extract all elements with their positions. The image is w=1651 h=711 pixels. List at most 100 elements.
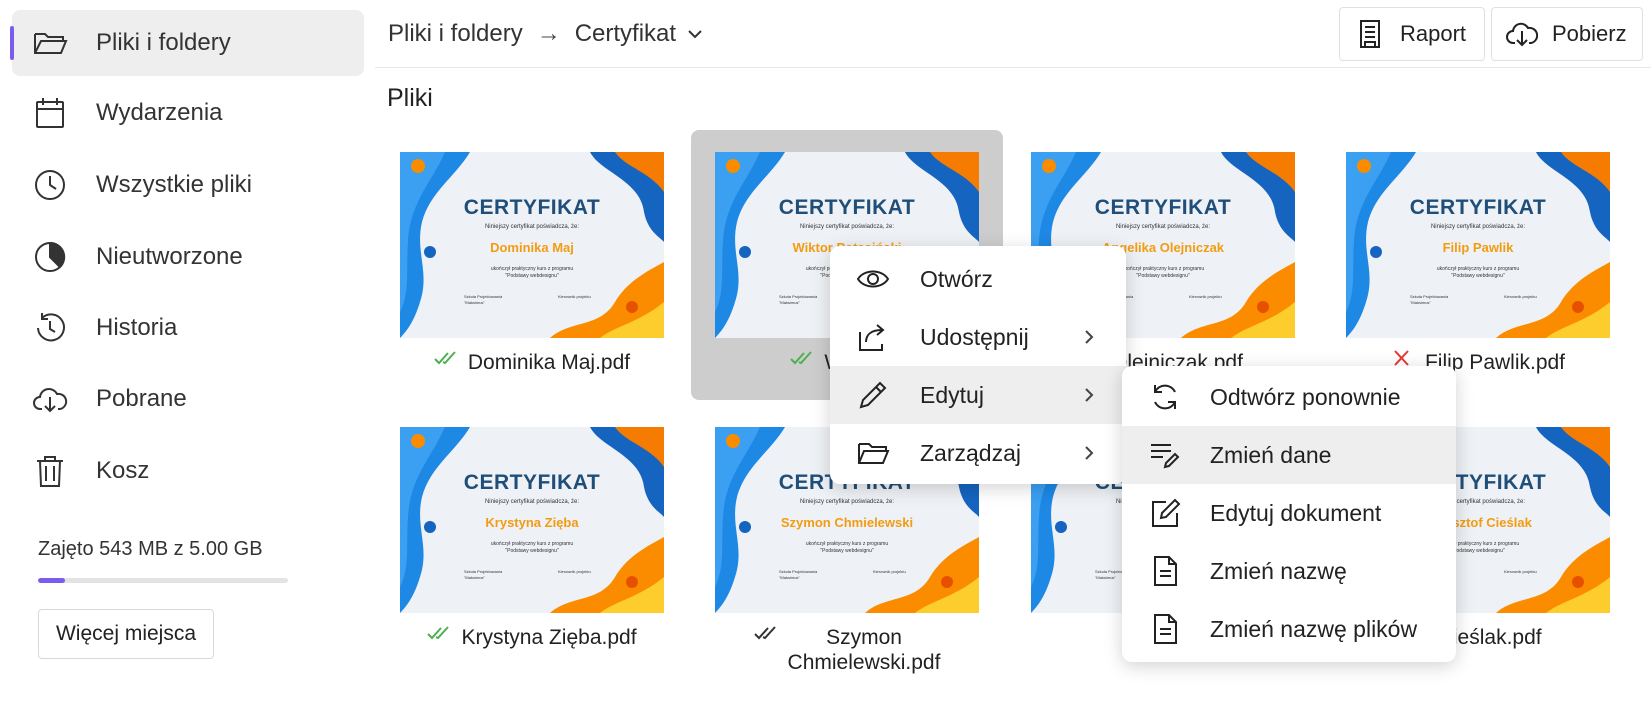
submenu-item-regenerate[interactable]: Odtwórz ponownie bbox=[1122, 368, 1456, 426]
double-check-icon bbox=[427, 623, 450, 641]
sidebar-item-label: Wydarzenia bbox=[96, 99, 223, 126]
certificate-recipient: Dominika Maj bbox=[490, 240, 574, 255]
submenu-item-label: Edytuj dokument bbox=[1210, 499, 1382, 526]
chevron-right-icon bbox=[1085, 388, 1094, 402]
breadcrumb-root[interactable]: Pliki i foldery bbox=[388, 20, 523, 48]
double-check-icon bbox=[434, 348, 456, 366]
file-name-row: Krystyna Zięba.pdf bbox=[376, 625, 688, 650]
clock-icon bbox=[32, 167, 68, 203]
cloud-download-icon bbox=[1506, 22, 1538, 47]
certificate-subtitle: Niniejszy certyfikat poświadcza, że: bbox=[799, 224, 895, 230]
submenu-item-rename[interactable]: Zmień nazwę bbox=[1122, 542, 1456, 600]
download-button[interactable]: Pobierz bbox=[1491, 7, 1643, 61]
file-thumbnail: CERTYFIKAT Niniejszy certyfikat poświadcz… bbox=[1346, 152, 1610, 338]
certificate-subtitle: Niniejszy certyfikat poświadcza, że: bbox=[484, 224, 580, 230]
report-button[interactable]: Raport bbox=[1339, 7, 1485, 61]
download-button-label: Pobierz bbox=[1552, 21, 1627, 46]
sidebar-item-history[interactable]: Historia bbox=[12, 295, 364, 361]
storage-progress-fill bbox=[38, 578, 65, 583]
storage-usage-text: Zajęto 543 MB z 5.00 GB bbox=[38, 538, 263, 560]
menu-item-label: Udostępnij bbox=[920, 323, 1029, 350]
certificate-recipient: Krystyna Zięba bbox=[485, 515, 579, 530]
sidebar-item-events[interactable]: Wydarzenia bbox=[12, 80, 364, 146]
sidebar-item-downloaded[interactable]: Pobrane bbox=[12, 366, 364, 432]
file-name-row: Szymon Chmielewski.pdf bbox=[691, 625, 1003, 675]
certificate-manager: Kierownik projektu bbox=[1504, 294, 1537, 299]
menu-item-open[interactable]: Otwórz bbox=[830, 250, 1126, 308]
report-button-label: Raport bbox=[1400, 21, 1467, 46]
menu-item-share[interactable]: Udostępnij bbox=[830, 308, 1126, 366]
sidebar-item-files-and-folders[interactable]: Pliki i foldery bbox=[10, 10, 364, 76]
certificate-course: ukończył praktyczny kurs z programu "Pod… bbox=[490, 266, 574, 279]
file-name: Krystyna Zięba.pdf bbox=[461, 626, 637, 649]
submenu-item-change-data[interactable]: Zmień dane bbox=[1122, 426, 1456, 484]
menu-item-edit[interactable]: Edytuj bbox=[830, 366, 1126, 424]
sidebar-item-label: Kosz bbox=[96, 457, 150, 484]
submenu-item-rename-files[interactable]: Zmień nazwę plików bbox=[1122, 600, 1456, 658]
file-name: Szymon Chmielewski.pdf bbox=[787, 626, 941, 674]
certificate-course: ukończył praktyczny kurs z programu "Pod… bbox=[1436, 266, 1520, 279]
context-menu: Otwórz Udostępnij Edytuj Zarządzaj bbox=[830, 246, 1126, 484]
more-space-button[interactable]: Więcej miejsca bbox=[38, 609, 214, 659]
certificate-school: Szkoła Projektowania "Maksimus" bbox=[464, 294, 503, 305]
history-icon bbox=[32, 310, 68, 346]
edit-submenu: Odtwórz ponownie Zmień dane Edytuj dokum… bbox=[1122, 366, 1456, 662]
storage-progress-bar bbox=[38, 578, 288, 583]
submenu-item-edit-document[interactable]: Edytuj dokument bbox=[1122, 484, 1456, 542]
edit-lines-icon bbox=[1148, 438, 1182, 472]
file-thumbnail: CERTYFIKAT Niniejszy certyfikat poświadcz… bbox=[400, 152, 664, 338]
sidebar-item-label: Nieutworzone bbox=[96, 243, 243, 270]
certificate-manager: Kierownik projektu bbox=[558, 569, 591, 574]
document-icon bbox=[1148, 554, 1182, 588]
sidebar: Pliki i foldery Wydarzenia Wszystkie pli… bbox=[0, 0, 370, 711]
sidebar-item-label: Historia bbox=[96, 314, 178, 341]
certificate-subtitle: Niniejszy certyfikat poświadcza, że: bbox=[799, 499, 895, 505]
certificate-course: ukończył praktyczny kurs z programu "Pod… bbox=[805, 541, 889, 554]
menu-item-manage[interactable]: Zarządzaj bbox=[830, 424, 1126, 482]
certificate-manager: Kierownik projektu bbox=[1504, 569, 1537, 574]
submenu-item-label: Zmień nazwę bbox=[1210, 557, 1347, 584]
submenu-item-label: Odtwórz ponownie bbox=[1210, 383, 1401, 410]
certificate-title: CERTYFIKAT bbox=[1409, 196, 1547, 219]
certificate-school: Szkoła Projektowania "Maksimus" bbox=[1410, 294, 1449, 305]
chevron-right-icon bbox=[1085, 446, 1094, 460]
double-check-dark-icon bbox=[753, 623, 776, 641]
file-card[interactable]: CERTYFIKAT Niniejszy certyfikat poświadcz… bbox=[376, 130, 688, 400]
calendar-icon bbox=[32, 95, 68, 131]
breadcrumb: Pliki i foldery → Certyfikat bbox=[388, 20, 706, 48]
certificate-title: CERTYFIKAT bbox=[778, 196, 916, 219]
sidebar-item-trash[interactable]: Kosz bbox=[12, 438, 364, 504]
breadcrumb-separator: → bbox=[536, 20, 561, 47]
sidebar-item-all-files[interactable]: Wszystkie pliki bbox=[12, 152, 364, 218]
breadcrumb-current[interactable]: Certyfikat bbox=[575, 20, 676, 48]
top-bar: Pliki i foldery → Certyfikat Raport Pobi… bbox=[375, 0, 1651, 68]
sidebar-item-label: Pobrane bbox=[96, 385, 187, 412]
certificate-subtitle: Niniejszy certyfikat poświadcza, że: bbox=[1115, 224, 1211, 230]
certificate-subtitle: Niniejszy certyfikat poświadcza, że: bbox=[1430, 224, 1526, 230]
chevron-right-icon bbox=[1085, 330, 1094, 344]
refresh-icon bbox=[1148, 380, 1182, 414]
file-card[interactable]: CERTYFIKAT Niniejszy certyfikat poświadcz… bbox=[1322, 130, 1634, 400]
pencil-icon bbox=[856, 378, 890, 412]
sidebar-item-not-created[interactable]: Nieutworzone bbox=[12, 224, 364, 290]
document-icon bbox=[1148, 612, 1182, 646]
sidebar-item-label: Pliki i foldery bbox=[96, 29, 231, 56]
sidebar-item-label: Wszystkie pliki bbox=[96, 171, 253, 198]
eye-icon bbox=[856, 262, 890, 296]
certificate-manager: Kierownik projektu bbox=[873, 569, 906, 574]
certificate-manager: Kierownik projektu bbox=[558, 294, 591, 299]
certificate-school: Szkoła Projektowania "Maksimus" bbox=[779, 569, 818, 580]
menu-item-label: Otwórz bbox=[920, 265, 993, 292]
certificate-recipient: Szymon Chmielewski bbox=[780, 515, 914, 530]
submenu-item-label: Zmień nazwę plików bbox=[1210, 615, 1418, 642]
file-card[interactable]: CERTYFIKAT Niniejszy certyfikat poświadcz… bbox=[376, 405, 688, 675]
file-name-row: Dominika Maj.pdf bbox=[376, 350, 688, 375]
pie-chart-icon bbox=[32, 239, 68, 275]
cloud-download-icon bbox=[32, 381, 68, 417]
certificate-title: CERTYFIKAT bbox=[463, 471, 601, 494]
certificate-manager: Kierownik projektu bbox=[1189, 294, 1222, 299]
chevron-down-icon[interactable] bbox=[684, 23, 706, 45]
certificate-title: CERTYFIKAT bbox=[463, 196, 601, 219]
submenu-item-label: Zmień dane bbox=[1210, 441, 1332, 468]
certificate-title: CERTYFIKAT bbox=[1094, 196, 1232, 219]
